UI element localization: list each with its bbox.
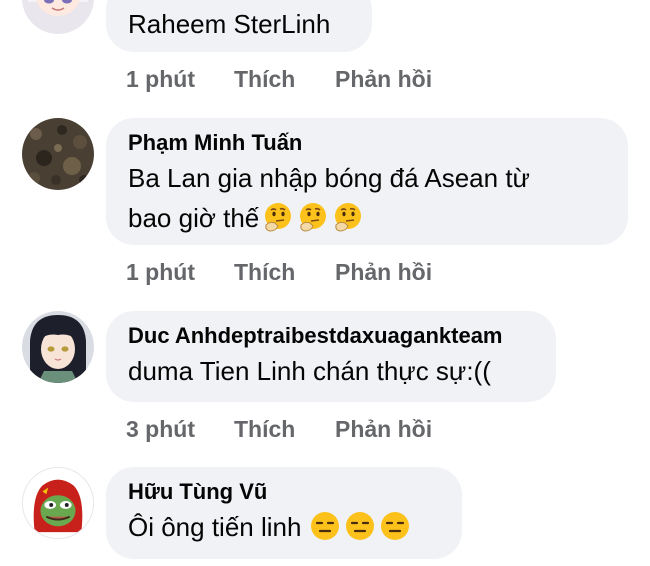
- comment-author[interactable]: Phạm Minh Tuấn: [128, 128, 606, 158]
- avatar[interactable]: [22, 0, 94, 34]
- comment-text: Raheem SterLinh: [128, 9, 331, 39]
- comment-bubble: Phạm Minh Tuấn Ba Lan gia nhập bóng đá A…: [106, 118, 628, 245]
- like-button[interactable]: Thích: [234, 66, 295, 93]
- expressionless-emoji-icon: [381, 512, 410, 540]
- dark-texture-avatar-icon: [22, 118, 94, 190]
- comment-bubble: Raheem SterLinh: [106, 0, 372, 52]
- avatar[interactable]: [22, 467, 94, 539]
- expressionless-emoji-icon: [311, 512, 340, 540]
- thinking-emoji-icon: [300, 203, 327, 232]
- comment-bubble: Duc Anhdeptraibestdaxuagankteam duma Tie…: [106, 311, 556, 402]
- avatar[interactable]: [22, 311, 94, 383]
- comment-text-content: Ôi ông tiến linh: [128, 512, 302, 542]
- comment-text-line-1: Ba Lan gia nhập bóng đá Asean từ: [128, 163, 530, 193]
- thinking-emoji-icon: [335, 203, 362, 232]
- comment-text-line-2-content: bao giờ thế: [128, 203, 260, 233]
- comment-time: 1 phút: [126, 259, 195, 285]
- avatar[interactable]: [22, 118, 94, 190]
- pepe-frog-red-hood-avatar-icon: [23, 468, 93, 538]
- anime-girl-white-hair-avatar-icon: [22, 0, 94, 34]
- comment-text-line-2: bao giờ thế: [128, 198, 606, 238]
- like-button[interactable]: Thích: [234, 416, 295, 443]
- reply-button[interactable]: Phản hồi: [335, 66, 432, 93]
- comment-text: duma Tien Linh chán thực sự:((: [128, 356, 491, 386]
- reply-button[interactable]: Phản hồi: [335, 416, 432, 443]
- comment-time: 3 phút: [126, 416, 195, 442]
- expressionless-emoji-icon: [346, 512, 375, 540]
- comment-text: Ôi ông tiến linh: [128, 507, 440, 547]
- thinking-emoji-icon: [265, 203, 292, 232]
- comment-author[interactable]: Duc Anhdeptraibestdaxuagankteam: [128, 321, 534, 351]
- comment-author[interactable]: Hữu Tùng Vũ: [128, 477, 440, 507]
- comment-bubble: Hữu Tùng Vũ Ôi ông tiến linh: [106, 467, 462, 559]
- reply-button[interactable]: Phản hồi: [335, 259, 432, 286]
- anime-girl-dark-hair-avatar-icon: [22, 311, 94, 383]
- comment-time: 1 phút: [126, 66, 195, 92]
- like-button[interactable]: Thích: [234, 259, 295, 286]
